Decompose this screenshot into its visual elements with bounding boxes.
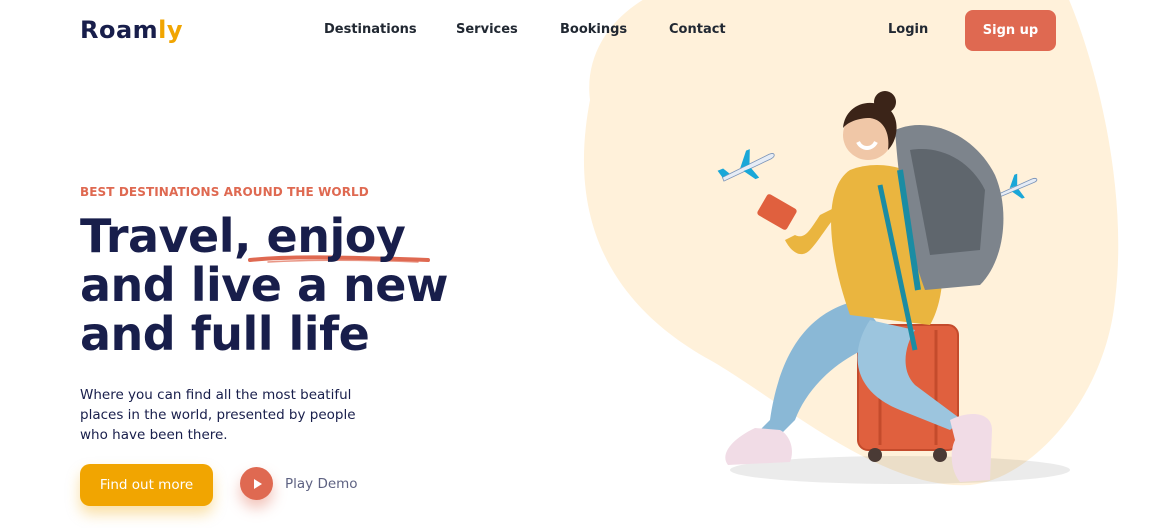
traveler-illustration — [725, 91, 1070, 484]
headline-line-3: and full life — [80, 307, 370, 361]
play-demo-button[interactable] — [240, 467, 273, 500]
nav-services[interactable]: Services — [456, 22, 518, 37]
hero-headline: Travel, enjoy and live a new and full li… — [80, 212, 480, 359]
hero-description: Where you can find all the most beatiful… — [80, 387, 356, 443]
nav-destinations[interactable]: Destinations — [324, 22, 417, 37]
headline-line-1: Travel, enjoy — [80, 209, 406, 263]
nav-contact[interactable]: Contact — [669, 22, 726, 37]
login-link[interactable]: Login — [888, 22, 928, 37]
signup-button[interactable]: Sign up — [965, 10, 1056, 51]
play-icon — [253, 478, 262, 489]
headline-line-2: and live a new — [80, 258, 448, 312]
headline-highlight-word: enjoy — [266, 209, 406, 263]
nav-bookings[interactable]: Bookings — [560, 22, 627, 37]
brand-logo[interactable]: Roamly — [80, 16, 183, 44]
play-demo-label[interactable]: Play Demo — [285, 476, 358, 492]
find-out-more-button[interactable]: Find out more — [80, 464, 213, 506]
hero-eyebrow: BEST DESTINATIONS AROUND THE WORLD — [80, 185, 369, 199]
